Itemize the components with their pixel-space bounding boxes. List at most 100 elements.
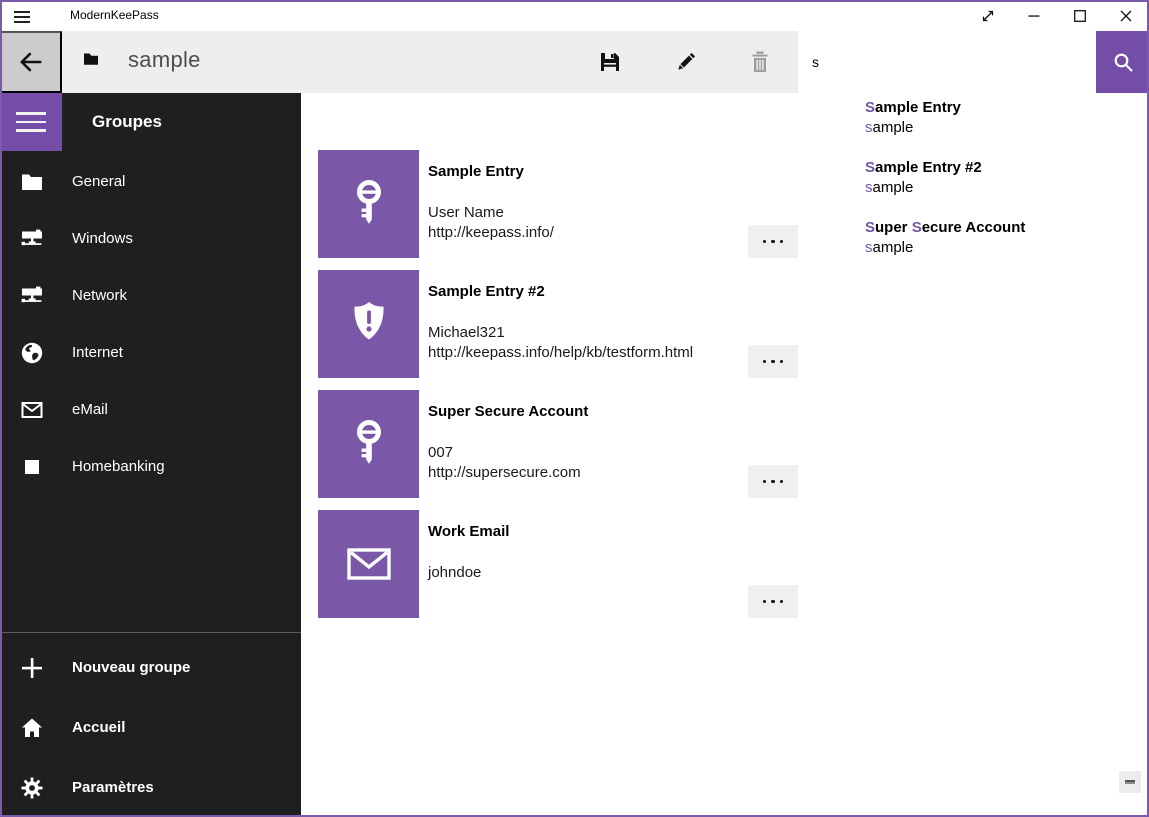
entry-username: Michael321 [428,324,505,341]
titlebar: ModernKeePass [0,0,1149,31]
sidebar-action-label: Accueil [72,700,125,756]
back-button[interactable] [0,31,62,93]
save-icon [599,51,621,73]
titlebar-hamburger-icon[interactable] [14,8,34,24]
folder-icon [20,170,44,194]
back-arrow-icon [18,49,44,75]
entry-title: Work Email [428,523,509,540]
sidebar-item-label: Network [72,268,127,324]
groups-heading: Groupes [92,93,162,151]
entry-row[interactable]: Sample Entry User Name http://keepass.in… [318,150,798,258]
shield-alert-icon [341,296,397,352]
sidebar-item-general[interactable]: General [0,154,301,210]
window-controls [965,0,1149,31]
command-bar: sample [62,31,798,93]
edit-button[interactable] [661,31,711,93]
entry-tile [318,390,419,498]
sidebar-divider [0,632,301,633]
envelope-icon [341,536,397,592]
square-icon [20,455,44,479]
fullscreen-button[interactable] [965,0,1011,31]
entry-url: http://keepass.info/ [428,224,554,241]
app-window: ModernKeePass sample [0,0,1149,817]
sidebar-item-network[interactable]: Network [0,268,301,324]
entry-more-button[interactable] [748,345,798,378]
dot [763,600,767,604]
sidebar-item-internet[interactable]: Internet [0,325,301,381]
sidebar-item-label: Internet [72,325,123,381]
network-drive-icon [20,284,44,308]
key-icon [341,416,397,472]
entry-row[interactable]: Super Secure Account 007 http://supersec… [318,390,798,498]
sidebar-hamburger-button[interactable] [0,93,62,151]
semantic-zoom-out-button[interactable] [1119,771,1141,793]
sidebar-item-email[interactable]: eMail [0,382,301,438]
search-suggestions-panel: Sample Entry sample Sample Entry #2 samp… [798,93,1147,279]
entry-tile [318,150,419,258]
entry-tile [318,510,419,618]
dot [771,240,775,244]
database-folder-icon [83,52,99,66]
maximize-icon [1074,10,1086,22]
dot [763,480,767,484]
suggestion-title: Sample Entry [865,98,1125,118]
entry-username: User Name [428,204,504,221]
suggestion-subtitle: sample [865,118,1125,138]
trash-icon [750,51,770,73]
entry-tile [318,270,419,378]
suggestion-title: Super Secure Account [865,218,1125,238]
search-input[interactable] [798,31,1096,93]
entry-more-button[interactable] [748,465,798,498]
entry-title: Super Secure Account [428,403,588,420]
gear-icon [20,776,44,800]
search-button[interactable] [1096,31,1149,93]
database-title: sample [128,47,201,73]
entry-username: 007 [428,444,453,461]
sidebar-action-settings[interactable]: Paramètres [0,760,301,816]
delete-button[interactable] [735,31,785,93]
dot [780,240,784,244]
home-icon [20,716,44,740]
suggestion-item[interactable]: Super Secure Account sample [865,218,1125,258]
suggestion-title: Sample Entry #2 [865,158,1125,178]
sidebar-action-label: Nouveau groupe [72,640,190,696]
key-icon [341,176,397,232]
entry-username: johndoe [428,564,481,581]
dot [763,240,767,244]
dot [780,360,784,364]
suggestion-item[interactable]: Sample Entry sample [865,98,1125,138]
entry-url: http://keepass.info/help/kb/testform.htm… [428,344,693,361]
entry-row[interactable]: Work Email johndoe [318,510,798,618]
maximize-button[interactable] [1057,0,1103,31]
dot [771,360,775,364]
save-button[interactable] [585,31,635,93]
entry-more-button[interactable] [748,585,798,618]
edit-pencil-icon [675,51,697,73]
entry-row[interactable]: Sample Entry #2 Michael321 http://keepas… [318,270,798,378]
minimize-icon [1028,10,1040,22]
sidebar-action-home[interactable]: Accueil [0,700,301,756]
sidebar: Groupes General Windows Network [0,93,301,817]
dot [780,480,784,484]
network-drive-icon [20,227,44,251]
dot [763,360,767,364]
minimize-button[interactable] [1011,0,1057,31]
suggestion-subtitle: sample [865,238,1125,258]
close-button[interactable] [1103,0,1149,31]
sidebar-item-label: Windows [72,211,133,267]
sidebar-action-new-group[interactable]: Nouveau groupe [0,640,301,696]
sidebar-item-windows[interactable]: Windows [0,211,301,267]
search-icon [1112,51,1134,73]
entry-more-button[interactable] [748,225,798,258]
sidebar-action-label: Paramètres [72,760,154,816]
sidebar-item-label: General [72,154,125,210]
suggestion-subtitle: sample [865,178,1125,198]
sidebar-item-label: eMail [72,382,108,438]
sidebar-item-label: Homebanking [72,439,165,495]
dot [771,600,775,604]
entry-title: Sample Entry #2 [428,283,545,300]
suggestion-item[interactable]: Sample Entry #2 sample [865,158,1125,198]
plus-icon [20,656,44,680]
sidebar-item-homebanking[interactable]: Homebanking [0,439,301,495]
dot [771,480,775,484]
